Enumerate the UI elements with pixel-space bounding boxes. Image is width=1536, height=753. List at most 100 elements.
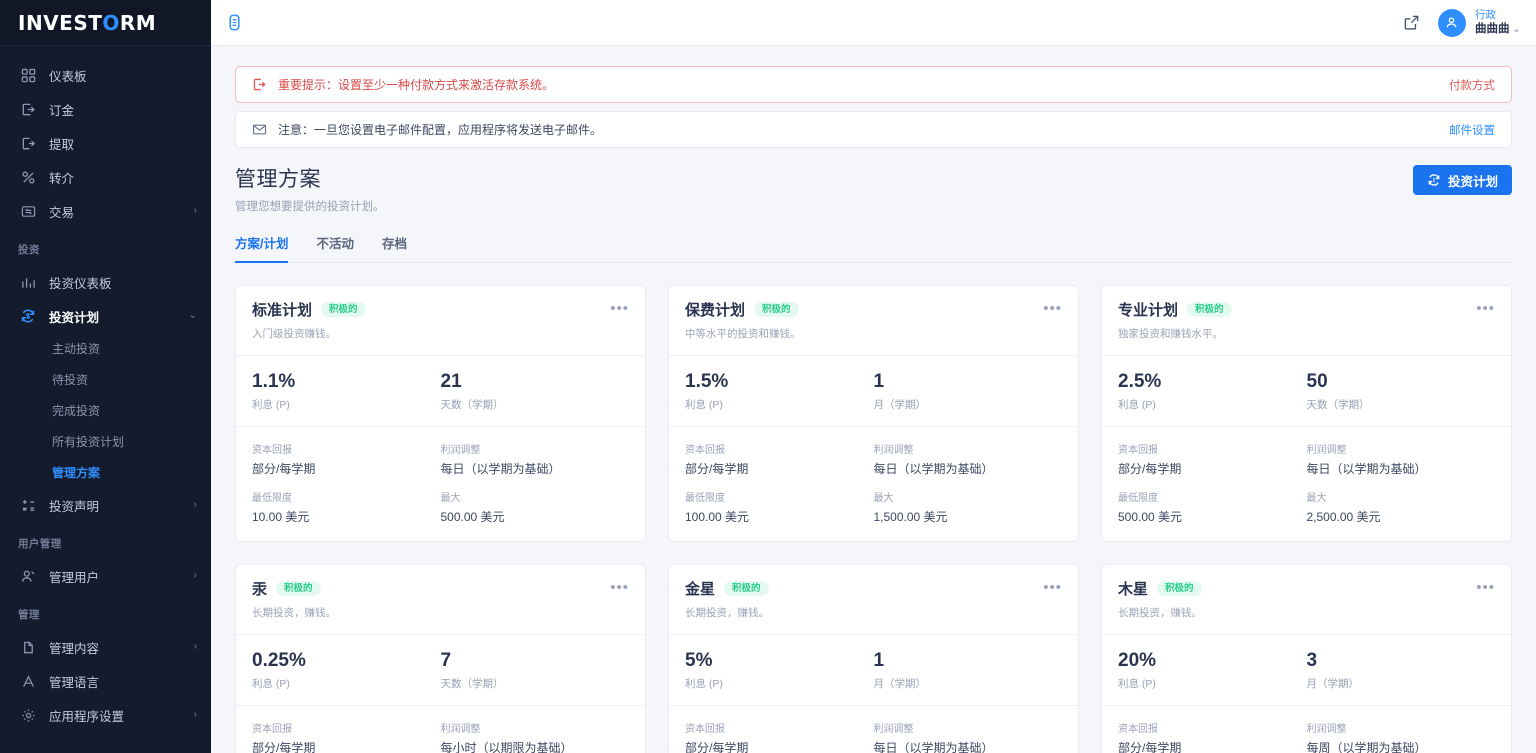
plan-options-menu-icon[interactable]: ••• [1476,578,1495,595]
brand-logo[interactable]: INVESTORM [0,0,211,46]
plan-meta-row: 资本回报 部分/每学期 利润调整 每日（以学期为基础） [252,441,629,477]
meta-value: 部分/每学期 [1118,460,1307,477]
tab-inactive[interactable]: 不活动 [316,233,354,263]
plan-term-value: 7 [441,650,630,672]
gear-icon [18,705,38,725]
plan-interest-stat: 5% 利息 (P) [685,650,874,691]
sidebar-item-app-settings[interactable]: 应用程序设置 › [0,698,211,732]
plan-interest-label: 利息 (P) [1118,397,1307,412]
sidebar-subitem-completed-investment[interactable]: 完成投资 [0,395,211,426]
sidebar-subitem-pending-investment[interactable]: 待投资 [0,364,211,395]
plan-term-label: 天数（学期） [1307,397,1496,412]
sidebar-item-investment-dashboard[interactable]: 投资仪表板 [0,265,211,299]
alert-text: 重要提示：设置至少一种付款方式来激活存款系统。 [278,76,554,93]
sidebar-item-manage-language[interactable]: 管理语言 [0,664,211,698]
refresh-dollar-icon [18,306,38,326]
sidebar-item-withdraw[interactable]: 提取 [0,126,211,160]
plan-capital-return: 资本回报 部分/每学期 [685,720,874,753]
plan-title: 专业计划 [1118,299,1178,320]
plan-card-meta: 资本回报 部分/每学期 利润调整 每周（以学期为基础） 数量 [1102,706,1511,753]
meta-value: 每周（以学期为基础） [1307,739,1496,753]
sidebar-item-manage-content[interactable]: 管理内容 › [0,630,211,664]
plan-options-menu-icon[interactable]: ••• [610,299,629,316]
plan-minimum: 最低限度 10.00 美元 [252,489,441,525]
meta-label: 最低限度 [685,489,874,504]
plan-card-header: 木星 积极的 长期投资，赚钱。 ••• [1102,565,1511,634]
page-header-text: 管理方案 管理您想要提供的投资计划。 [235,163,385,214]
brand-prefix: INVEST [18,11,102,35]
sidebar-subitem-all-investment-plans[interactable]: 所有投资计划 [0,426,211,457]
plan-options-menu-icon[interactable]: ••• [610,578,629,595]
plan-term-stat: 21 天数（学期） [441,371,630,412]
meta-label: 利润调整 [441,441,630,456]
plan-card-meta: 资本回报 部分/每学期 利润调整 每日（以学期为基础） 最低限度 1 [669,427,1078,541]
sidebar-item-deposit[interactable]: 订金 [0,92,211,126]
alert-link-email-settings[interactable]: 邮件设置 [1449,122,1495,138]
plan-term-stat: 1 月（学期） [874,650,1063,691]
meta-label: 利润调整 [874,720,1063,735]
plan-options-menu-icon[interactable]: ••• [1043,299,1062,316]
plan-interest-stat: 1.1% 利息 (P) [252,371,441,412]
plan-term-value: 3 [1307,650,1496,672]
sidebar-label: 订金 [49,100,74,119]
meta-label: 最大 [1307,489,1496,504]
sidebar-toggle-icon[interactable] [225,13,244,32]
profile-menu[interactable]: 行政 曲曲曲⌄ [1438,9,1520,37]
plan-term-value: 21 [441,371,630,393]
status-badge: 积极的 [724,581,769,596]
sidebar-item-referral[interactable]: 转介 [0,160,211,194]
sidebar-item-investment-plans[interactable]: 投资计划 ⌄ [0,299,211,333]
plan-card[interactable]: 木星 积极的 长期投资，赚钱。 ••• 20% 利息 (P) [1101,564,1512,753]
plan-card[interactable]: 金星 积极的 长期投资，赚钱。 ••• 5% 利息 (P) [668,564,1079,753]
withdraw-icon [18,133,38,153]
status-badge: 积极的 [276,581,321,596]
meta-value: 每日（以学期为基础） [874,460,1063,477]
main-area: 行政 曲曲曲⌄ 重要提示：设置至少一种付款方式来激活存款系统。 付款方式 [211,0,1536,753]
refresh-dollar-icon [1427,173,1441,187]
sidebar-item-investment-statement[interactable]: 投资声明 › [0,488,211,522]
plan-card[interactable]: 汞 积极的 长期投资，赚钱。 ••• 0.25% 利息 (P) [235,564,646,753]
chevron-right-icon: › [194,206,197,216]
meta-value: 部分/每学期 [685,739,874,753]
plan-term-label: 天数（学期） [441,676,630,691]
plan-card[interactable]: 专业计划 积极的 独家投资和赚钱水平。 ••• 2.5% 利息 (P) [1101,285,1512,542]
plan-term-label: 月（学期） [874,676,1063,691]
plan-maximum: 最大 500.00 美元 [441,489,630,525]
sidebar-item-manage-users[interactable]: 管理用户 › [0,559,211,593]
plan-profit-adjust: 利润调整 每日（以学期为基础） [1307,441,1496,477]
tab-plans[interactable]: 方案/计划 [235,233,288,263]
alert-link-payment-method[interactable]: 付款方式 [1449,77,1495,93]
calc-icon [18,495,38,515]
dashboard-icon [18,65,38,85]
meta-label: 利润调整 [1307,720,1496,735]
sidebar-label: 提取 [49,134,74,153]
plan-card-header-left: 金星 积极的 长期投资，赚钱。 [685,578,769,620]
meta-value: 部分/每学期 [252,739,441,753]
meta-value: 每日（以学期为基础） [441,460,630,477]
plan-options-menu-icon[interactable]: ••• [1043,578,1062,595]
page-content: 重要提示：设置至少一种付款方式来激活存款系统。 付款方式 注意：一旦您设置电子邮… [211,46,1536,753]
add-investment-plan-button[interactable]: 投资计划 [1413,165,1512,195]
alert-text: 注意：一旦您设置电子邮件配置，应用程序将发送电子邮件。 [278,121,602,138]
plan-card[interactable]: 标准计划 积极的 入门级投资赚钱。 ••• 1.1% 利息 (P) [235,285,646,542]
sidebar-subitem-manage-plans[interactable]: 管理方案 [0,457,211,488]
meta-label: 资本回报 [1118,441,1307,456]
sidebar-subitem-active-investment[interactable]: 主动投资 [0,333,211,364]
plan-options-menu-icon[interactable]: ••• [1476,299,1495,316]
meta-value: 10.00 美元 [252,508,441,525]
plan-card-header: 金星 积极的 长期投资，赚钱。 ••• [669,565,1078,634]
sidebar: INVESTORM 仪表板 [0,0,211,753]
sidebar-group-user-management: 用户管理 [0,522,211,559]
meta-label: 资本回报 [252,720,441,735]
tab-archived[interactable]: 存档 [382,233,407,263]
external-link-icon[interactable] [1403,14,1420,31]
plan-card[interactable]: 保费计划 积极的 中等水平的投资和赚钱。 ••• 1.5% 利息 (P) [668,285,1079,542]
plan-meta-row: 最低限度 500.00 美元 最大 2,500.00 美元 [1118,489,1495,525]
users-icon [18,566,38,586]
sidebar-label: 应用程序设置 [49,706,124,725]
meta-label: 最低限度 [1118,489,1307,504]
sidebar-item-transaction[interactable]: 交易 › [0,194,211,228]
plan-title: 保费计划 [685,299,745,320]
sidebar-group-admin: 管理 [0,593,211,630]
sidebar-item-dashboard[interactable]: 仪表板 [0,58,211,92]
